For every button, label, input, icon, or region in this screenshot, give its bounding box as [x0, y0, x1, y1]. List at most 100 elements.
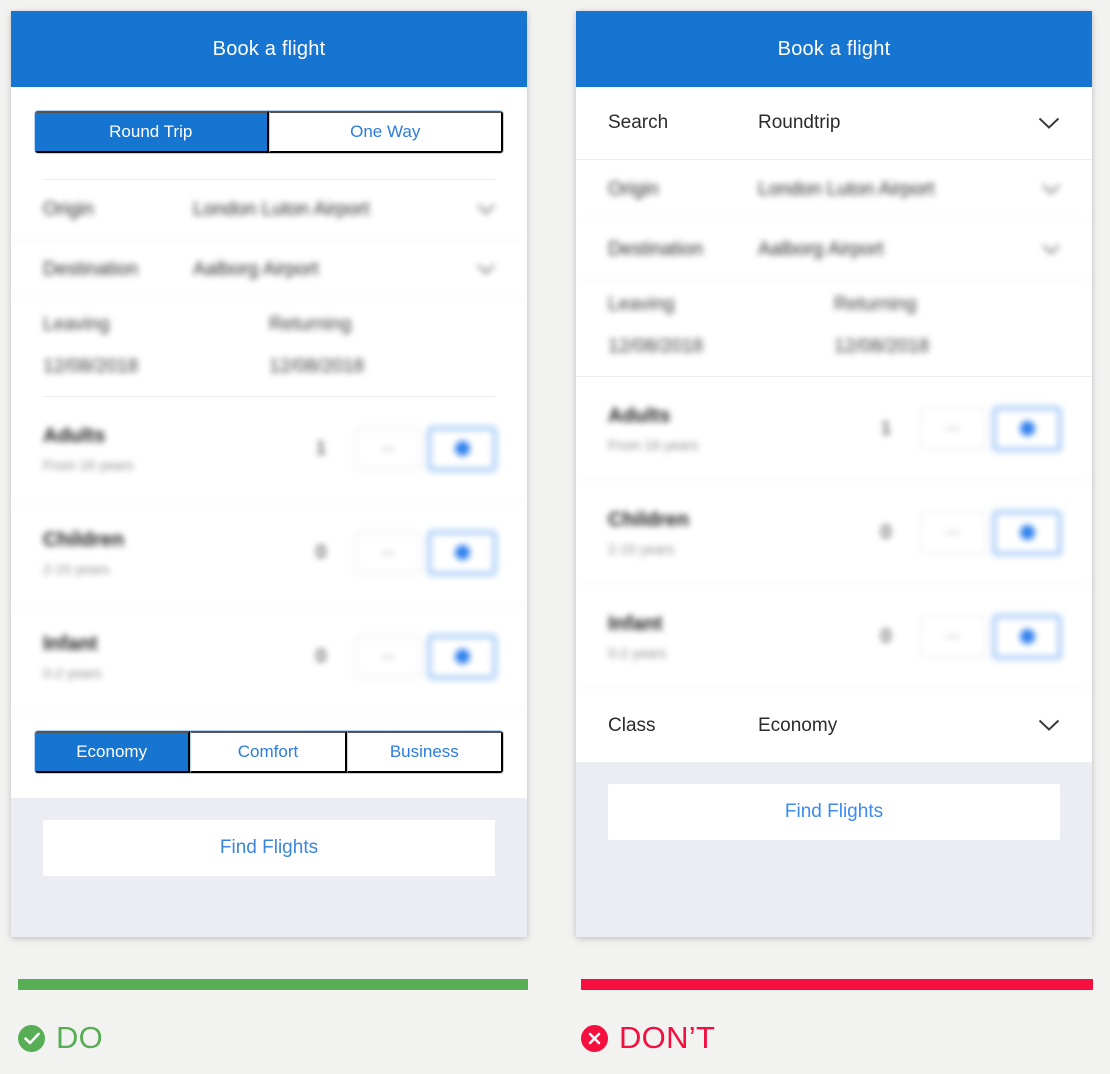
- segment-comfort[interactable]: Comfort: [190, 731, 347, 773]
- children-count: 0: [880, 522, 891, 542]
- chevron-down-icon[interactable]: [1034, 117, 1060, 130]
- returning-value: 12/08/2018: [834, 336, 930, 357]
- destination-row[interactable]: Destination Aalborg Airport: [11, 240, 527, 300]
- dont-rule: [581, 979, 1093, 990]
- dont-page-title: Book a flight: [777, 37, 891, 60]
- children-stepper: [355, 531, 495, 574]
- children-title: Children: [43, 528, 125, 551]
- adults-count: 1: [315, 438, 326, 458]
- segment-business[interactable]: Business: [346, 731, 503, 773]
- find-flights-button[interactable]: Find Flights: [608, 784, 1060, 840]
- do-page-title: Book a flight: [212, 37, 326, 60]
- adults-text: Adults From 16 years: [43, 425, 301, 473]
- dont-footer: Find Flights: [576, 762, 1092, 937]
- do-title-bar: Book a flight: [11, 11, 527, 87]
- chevron-down-icon[interactable]: [469, 204, 495, 215]
- infant-subtitle: 0-2 years: [608, 644, 667, 661]
- origin-label: Origin: [43, 198, 94, 220]
- do-rule: [18, 979, 528, 990]
- minus-icon[interactable]: [920, 407, 986, 450]
- do-label-wrap: DO: [18, 1020, 528, 1056]
- origin-row[interactable]: Origin London Luton Airport: [11, 180, 527, 240]
- destination-label: Destination: [608, 238, 704, 260]
- infant-stepper: [920, 615, 1060, 658]
- chevron-down-icon[interactable]: [1034, 719, 1060, 732]
- passenger-row-infant: Infant 0-2 years 0: [576, 585, 1092, 689]
- segment-one-way[interactable]: One Way: [268, 111, 503, 153]
- leaving-value: 12/08/2018: [608, 336, 704, 357]
- returning-date-field[interactable]: Returning 12/08/2018: [269, 314, 495, 378]
- leaving-label: Leaving: [43, 314, 110, 335]
- returning-date-field[interactable]: Returning 12/08/2018: [834, 294, 1060, 358]
- dont-caption: DON’T: [581, 979, 1093, 1056]
- children-text: Children 2-15 years: [43, 529, 301, 577]
- dont-label-wrap: DON’T: [581, 1020, 1093, 1056]
- origin-value: London Luton Airport: [193, 198, 370, 220]
- dates-block[interactable]: Leaving 12/08/2018 Returning 12/08/2018: [576, 280, 1092, 376]
- destination-label: Destination: [43, 258, 139, 280]
- do-caption: DO: [18, 979, 528, 1056]
- plus-icon[interactable]: [429, 427, 495, 470]
- do-footer: Find Flights: [11, 798, 527, 937]
- leaving-date-field[interactable]: Leaving 12/08/2018: [43, 314, 269, 378]
- class-segmented-control[interactable]: Economy Comfort Business: [35, 731, 503, 773]
- infant-subtitle: 0-2 years: [43, 664, 102, 681]
- minus-icon[interactable]: [920, 615, 986, 658]
- adults-subtitle: From 16 years: [608, 436, 699, 453]
- trip-type-segmented-control[interactable]: Round Trip One Way: [35, 111, 503, 153]
- do-phone-card: Book a flight Round Trip One Way Origin …: [11, 11, 527, 937]
- chevron-down-icon[interactable]: [1034, 184, 1060, 195]
- children-subtitle: 2-15 years: [608, 540, 675, 557]
- adults-text: Adults From 16 years: [608, 405, 866, 453]
- minus-icon[interactable]: [355, 635, 421, 678]
- dont-column: Book a flight Search Roundtrip Origin Lo…: [555, 0, 1110, 1074]
- class-row[interactable]: Class Economy: [576, 689, 1092, 762]
- dont-label: DON’T: [619, 1020, 716, 1055]
- adults-stepper: [355, 427, 495, 470]
- infant-count: 0: [315, 646, 326, 666]
- find-flights-button[interactable]: Find Flights: [43, 820, 495, 876]
- destination-value: Aalborg Airport: [193, 258, 319, 280]
- class-label: Class: [608, 714, 656, 736]
- plus-icon[interactable]: [429, 635, 495, 678]
- origin-row[interactable]: Origin London Luton Airport: [576, 160, 1092, 220]
- passenger-row-infant: Infant 0-2 years 0: [11, 605, 527, 709]
- dates-block[interactable]: Leaving 12/08/2018 Returning 12/08/2018: [11, 300, 527, 396]
- dont-form-body: Search Roundtrip Origin London Luton Air…: [576, 87, 1092, 762]
- search-value: Roundtrip: [758, 112, 841, 133]
- segment-economy[interactable]: Economy: [35, 731, 191, 773]
- plus-icon[interactable]: [994, 511, 1060, 554]
- class-value: Economy: [758, 714, 838, 736]
- passenger-row-adults: Adults From 16 years 1: [576, 377, 1092, 481]
- returning-value: 12/08/2018: [269, 356, 365, 377]
- children-stepper: [920, 511, 1060, 554]
- plus-icon[interactable]: [994, 615, 1060, 658]
- adults-count: 1: [880, 418, 891, 438]
- leaving-label: Leaving: [608, 294, 675, 315]
- origin-value: London Luton Airport: [758, 178, 935, 200]
- chevron-down-icon[interactable]: [469, 264, 495, 275]
- dont-phone-card: Book a flight Search Roundtrip Origin Lo…: [576, 11, 1092, 937]
- infant-title: Infant: [43, 632, 98, 655]
- adults-stepper: [920, 407, 1060, 450]
- destination-row[interactable]: Destination Aalborg Airport: [576, 220, 1092, 280]
- returning-label: Returning: [834, 294, 917, 315]
- search-row[interactable]: Search Roundtrip: [576, 87, 1092, 160]
- leaving-date-field[interactable]: Leaving 12/08/2018: [608, 294, 834, 358]
- minus-icon[interactable]: [920, 511, 986, 554]
- infant-text: Infant 0-2 years: [43, 633, 301, 681]
- chevron-down-icon[interactable]: [1034, 244, 1060, 255]
- children-title: Children: [608, 508, 690, 531]
- minus-icon[interactable]: [355, 427, 421, 470]
- minus-icon[interactable]: [355, 531, 421, 574]
- infant-title: Infant: [608, 612, 663, 635]
- search-label: Search: [608, 112, 669, 133]
- adults-title: Adults: [608, 404, 671, 427]
- dont-title-bar: Book a flight: [576, 11, 1092, 87]
- plus-icon[interactable]: [994, 407, 1060, 450]
- do-form-body: Round Trip One Way Origin London Luton A…: [11, 87, 527, 798]
- segment-round-trip[interactable]: Round Trip: [35, 111, 269, 153]
- plus-icon[interactable]: [429, 531, 495, 574]
- adults-title: Adults: [43, 424, 106, 447]
- check-circle-icon: [18, 1024, 45, 1052]
